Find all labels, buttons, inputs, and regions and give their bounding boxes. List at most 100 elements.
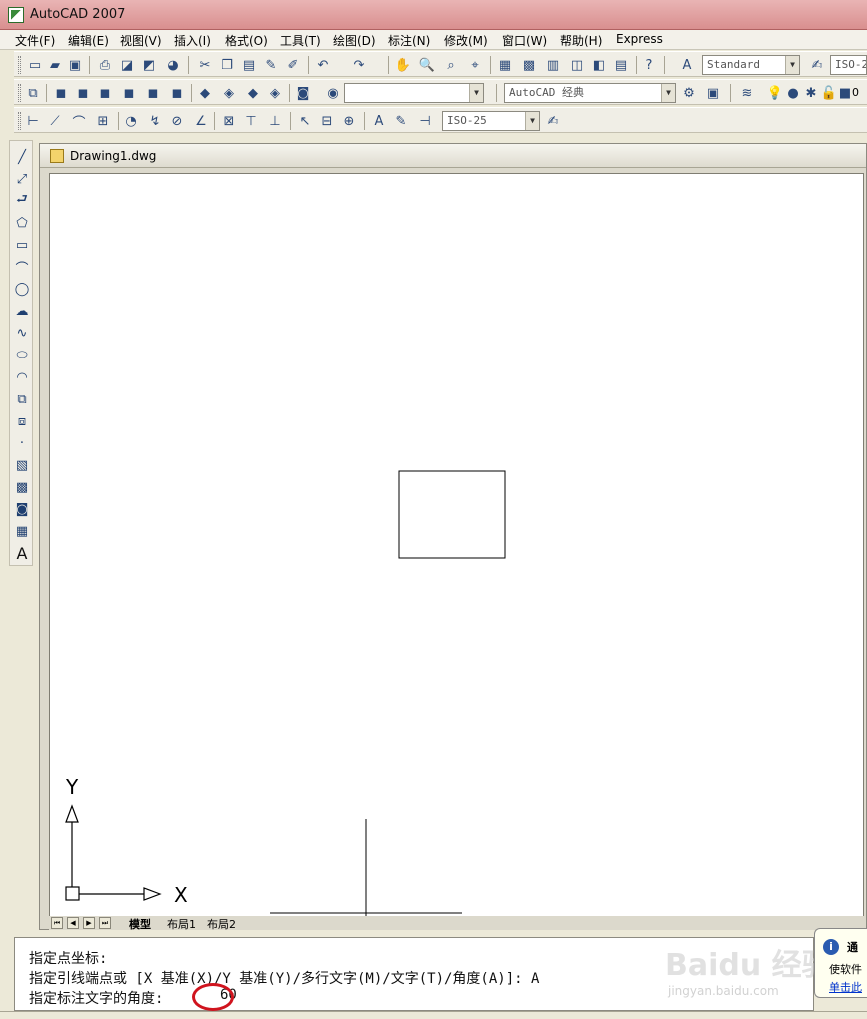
- aligned-dim-icon[interactable]: ⟋: [46, 112, 64, 130]
- cut-icon[interactable]: ✂: [196, 56, 214, 74]
- center-mark-icon[interactable]: ⊕: [340, 112, 358, 130]
- gradient-icon[interactable]: ▩: [12, 477, 32, 497]
- zoom-previous-icon[interactable]: ⌖: [466, 56, 484, 74]
- block-editor-icon[interactable]: ✐: [284, 56, 302, 74]
- save-icon[interactable]: ▣: [66, 56, 84, 74]
- rectangle-icon[interactable]: ▭: [12, 235, 32, 255]
- text-style-icon[interactable]: A: [678, 56, 696, 74]
- quick-leader-icon[interactable]: ↖: [296, 112, 314, 130]
- chevron-down-icon[interactable]: ▼: [469, 84, 483, 102]
- workspace-settings-icon[interactable]: ⚙: [680, 84, 698, 102]
- print-icon[interactable]: ⎙: [96, 56, 114, 74]
- view-front-icon[interactable]: ◼: [144, 84, 162, 102]
- view-bottom-icon[interactable]: ◼: [74, 84, 92, 102]
- arc-length-icon[interactable]: ⌒: [70, 112, 88, 131]
- dim-style-dropdown-2[interactable]: ISO-25 ▼: [442, 111, 540, 131]
- ellipse-icon[interactable]: ⬭: [12, 345, 32, 365]
- tool-palettes-icon[interactable]: ▥: [544, 56, 562, 74]
- menu-window[interactable]: 窗口(W): [502, 32, 547, 49]
- sw-iso-icon[interactable]: ◆: [196, 84, 214, 102]
- tab-layout1[interactable]: 布局1: [167, 916, 196, 932]
- freeze-vp-icon[interactable]: ✱: [802, 84, 820, 102]
- continue-dim-icon[interactable]: ⊥: [266, 112, 284, 130]
- dim-update-icon[interactable]: ⊣: [416, 112, 434, 130]
- sun-icon[interactable]: ●: [784, 84, 802, 102]
- copy-icon[interactable]: ❐: [218, 56, 236, 74]
- dim-style-icon[interactable]: ✍: [808, 56, 826, 74]
- markup-icon[interactable]: ◧: [590, 56, 608, 74]
- menu-express[interactable]: Express: [616, 32, 663, 46]
- polygon-icon[interactable]: ⬠: [12, 213, 32, 233]
- design-center-icon[interactable]: ▩: [520, 56, 538, 74]
- quick-dim-icon[interactable]: ⊠: [220, 112, 238, 130]
- menu-edit[interactable]: 编辑(E): [68, 32, 109, 49]
- drawing-file-icon[interactable]: [50, 149, 64, 163]
- 3d-dwf-icon[interactable]: ◕: [164, 56, 182, 74]
- rectangle-entity[interactable]: [398, 470, 506, 559]
- zoom-window-icon[interactable]: ⌕: [442, 56, 460, 74]
- ellipse-arc-icon[interactable]: ◠: [12, 367, 32, 387]
- workspace-dropdown[interactable]: AutoCAD 经典 ▼: [504, 83, 676, 103]
- menu-draw[interactable]: 绘图(D): [333, 32, 376, 49]
- dim-style-manager-icon[interactable]: ✍: [544, 112, 562, 130]
- menu-insert[interactable]: 插入(I): [174, 32, 211, 49]
- text-style-dropdown[interactable]: Standard ▼: [702, 55, 800, 75]
- hatch-icon[interactable]: ▧: [12, 455, 32, 475]
- baseline-dim-icon[interactable]: ⊤: [242, 112, 260, 130]
- linear-dim-icon[interactable]: ⊢: [24, 112, 42, 130]
- lightbulb-icon[interactable]: 💡: [766, 84, 784, 102]
- angular-dim-icon[interactable]: ∠: [192, 112, 210, 130]
- balloon-link[interactable]: 单击此: [829, 979, 862, 995]
- help-icon[interactable]: ?: [640, 56, 658, 74]
- view-back-icon[interactable]: ◼: [168, 84, 186, 102]
- workspaces-icon[interactable]: ⧉: [24, 84, 42, 102]
- make-block-icon[interactable]: ⧈: [12, 411, 32, 431]
- line-icon[interactable]: ╱: [12, 147, 32, 167]
- nw-iso-icon[interactable]: ◈: [266, 84, 284, 102]
- insert-block-icon[interactable]: ⧉: [12, 389, 32, 409]
- region-icon[interactable]: ◙: [12, 499, 32, 519]
- match-properties-icon[interactable]: ✎: [262, 56, 280, 74]
- multiline-text-icon[interactable]: A: [12, 543, 32, 563]
- toolbar-grip[interactable]: [18, 56, 21, 74]
- jogged-dim-icon[interactable]: ↯: [146, 112, 164, 130]
- tab-layout2[interactable]: 布局2: [207, 916, 236, 932]
- first-tab-icon[interactable]: ⏮: [51, 917, 63, 929]
- last-tab-icon[interactable]: ⏭: [99, 917, 111, 929]
- toolbar-grip[interactable]: [18, 84, 21, 102]
- ordinate-dim-icon[interactable]: ⊞: [94, 112, 112, 130]
- undo-icon[interactable]: ↶: [314, 56, 332, 74]
- menu-tools[interactable]: 工具(T): [280, 32, 321, 49]
- properties-icon[interactable]: ▦: [496, 56, 514, 74]
- next-tab-icon[interactable]: ▶: [83, 917, 95, 929]
- menu-modify[interactable]: 修改(M): [444, 32, 488, 49]
- layer-properties-icon[interactable]: ≋: [738, 84, 756, 102]
- notification-balloon[interactable]: i 通 使软件 单击此: [814, 928, 867, 998]
- sheet-set-icon[interactable]: ◫: [568, 56, 586, 74]
- tab-model[interactable]: 模型: [129, 916, 151, 932]
- radius-dim-icon[interactable]: ◔: [122, 112, 140, 130]
- view-left-icon[interactable]: ◼: [96, 84, 114, 102]
- construction-line-icon[interactable]: ⤢: [12, 169, 32, 189]
- view-top-icon[interactable]: ◼: [52, 84, 70, 102]
- publish-icon[interactable]: ◩: [140, 56, 158, 74]
- plot-preview-icon[interactable]: ◪: [118, 56, 136, 74]
- autocad-app-icon[interactable]: [8, 7, 24, 23]
- layer-name[interactable]: 0: [852, 86, 859, 99]
- menu-view[interactable]: 视图(V): [120, 32, 162, 49]
- calculator-icon[interactable]: ▤: [612, 56, 630, 74]
- zoom-realtime-icon[interactable]: 🔍: [418, 56, 436, 74]
- toolbar-grip[interactable]: [18, 112, 21, 130]
- polyline-icon[interactable]: ⮐: [12, 191, 32, 211]
- view-dropdown[interactable]: ▼: [344, 83, 484, 103]
- tolerance-icon[interactable]: ⊟: [318, 112, 336, 130]
- point-icon[interactable]: ·: [12, 433, 32, 453]
- camera-icon[interactable]: ◙: [294, 84, 312, 102]
- ne-iso-icon[interactable]: ◆: [244, 84, 262, 102]
- menu-help[interactable]: 帮助(H): [560, 32, 602, 49]
- revision-cloud-icon[interactable]: ☁: [12, 301, 32, 321]
- pan-icon[interactable]: ✋: [394, 56, 412, 74]
- diameter-dim-icon[interactable]: ⊘: [168, 112, 186, 130]
- se-iso-icon[interactable]: ◈: [220, 84, 238, 102]
- dim-style-dropdown[interactable]: ISO-25: [830, 55, 867, 75]
